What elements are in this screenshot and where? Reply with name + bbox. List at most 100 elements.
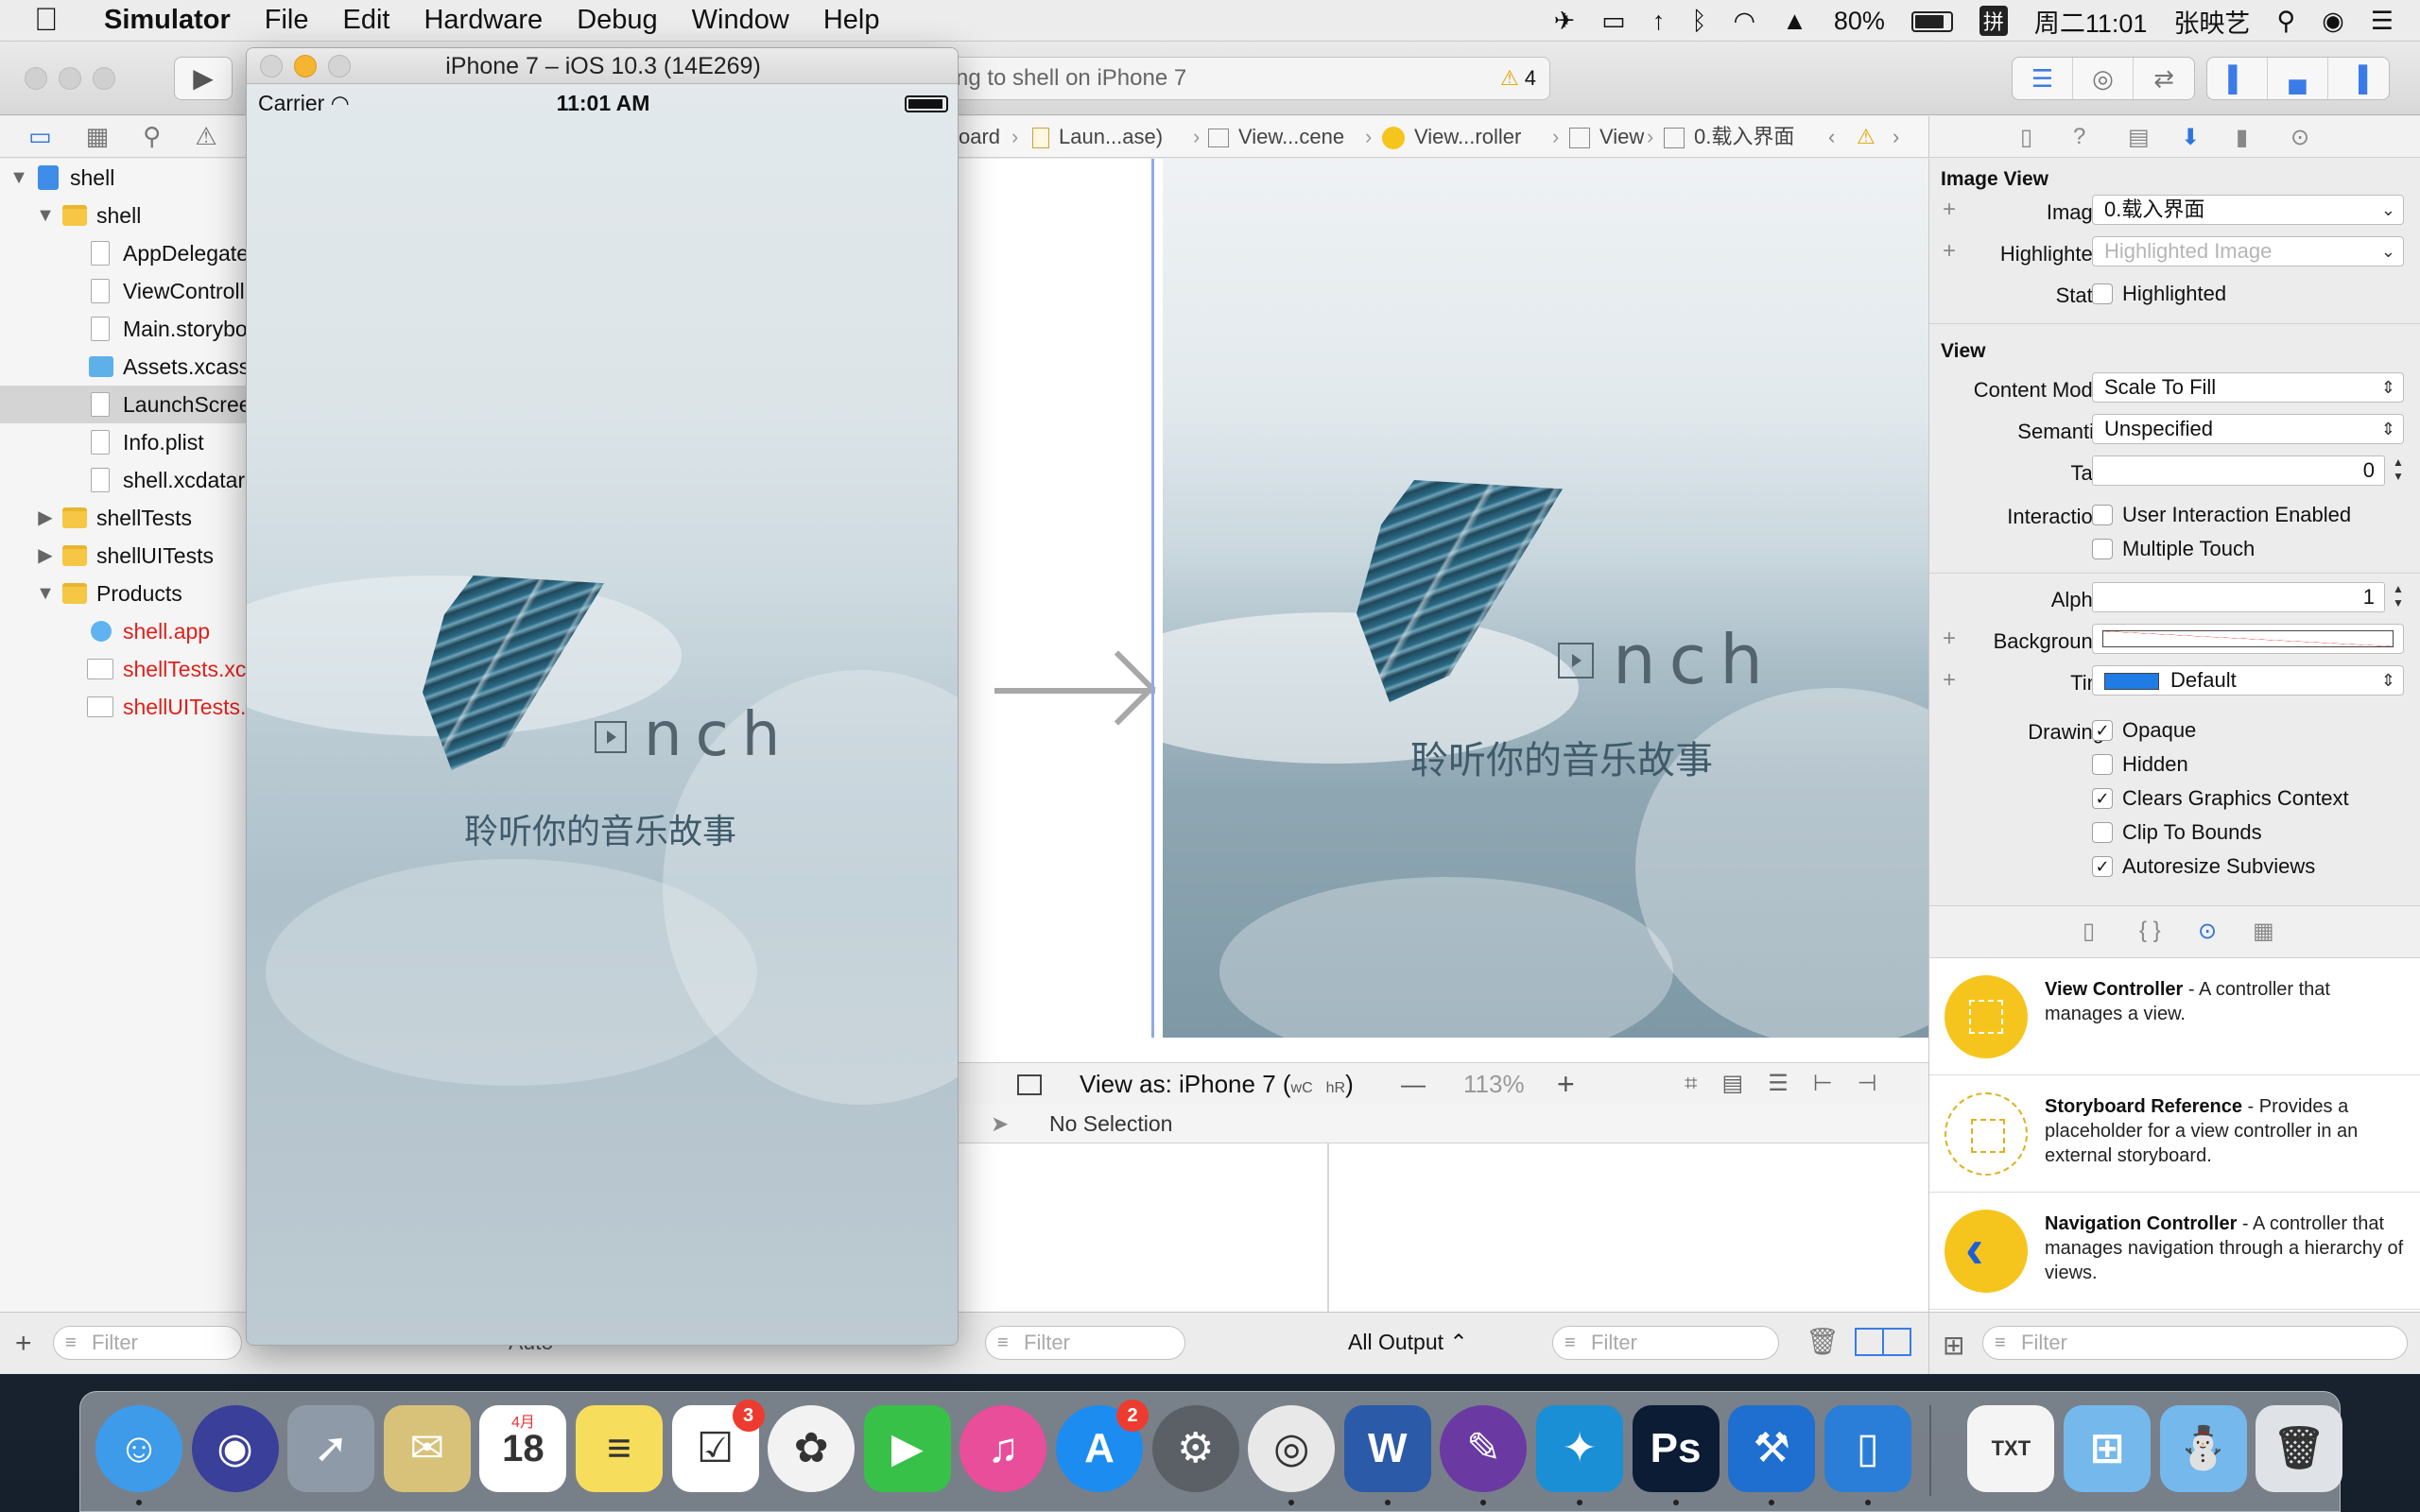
split-panes-icon[interactable] (1855, 1328, 1911, 1356)
embed-stack-icon[interactable]: ▤ (1722, 1071, 1769, 1096)
symbol-navigator-icon[interactable]: ▦ (86, 122, 110, 151)
media-library-icon[interactable]: ▦ (2253, 918, 2274, 945)
highlighted-checkbox[interactable] (2092, 284, 2113, 304)
dock-photos[interactable]: ✿ (768, 1405, 856, 1492)
disclosure-triangle-icon[interactable]: ▶ (36, 537, 55, 575)
dock-simulator[interactable]: ▯ (1824, 1405, 1911, 1505)
dock-chrome[interactable]: ◎ (1248, 1405, 1336, 1505)
attributes-inspector-icon[interactable]: ⬇ (2181, 124, 2200, 151)
variables-filter-input[interactable]: Filter (985, 1326, 1185, 1360)
initial-view-controller-arrow[interactable] (994, 688, 1155, 694)
add-variation-icon[interactable]: + (1943, 197, 1956, 223)
resolve-issues-icon[interactable]: ⊣ (1858, 1071, 1902, 1096)
view-as-device-button[interactable]: View as: iPhone 7 (wC hR) (1080, 1063, 1354, 1109)
add-variation-icon[interactable]: + (1943, 626, 1956, 652)
dock-notes[interactable]: ≡ (576, 1405, 663, 1492)
tag-stepper[interactable]: ▲ ▼ (2391, 455, 2406, 486)
dock-linux-folder[interactable]: ⛄ (2159, 1405, 2247, 1492)
identity-inspector-icon[interactable]: ▤ (2128, 124, 2150, 151)
clears-graphics-checkbox[interactable]: ✓ (2092, 788, 2113, 809)
xcode-zoom-button[interactable] (93, 67, 115, 90)
dock-xcode[interactable]: ⚒ (1728, 1405, 1816, 1505)
previous-issue-icon[interactable]: ‹ (1828, 116, 1835, 158)
alpha-field[interactable]: 1 (2092, 582, 2385, 612)
battery-icon[interactable] (1910, 7, 1953, 36)
tree-row-assets[interactable]: Assets.xcass (0, 348, 248, 386)
breadcrumb-image-view[interactable]: 0.载入界面 (1664, 116, 1794, 158)
dock-mail[interactable]: ✉ (383, 1405, 471, 1492)
tree-row-shelltests-xctest[interactable]: shellTests.xc (0, 650, 248, 688)
launch-screen-scene[interactable]: nch 聆听你的音乐故事 (1163, 159, 1928, 1038)
highlighted-image-popup[interactable]: Highlighted Image ⌄ (2092, 236, 2404, 266)
hidden-checkbox[interactable] (2092, 754, 2113, 775)
disclosure-triangle-icon[interactable]: ▼ (9, 159, 28, 197)
add-file-icon[interactable]: + (15, 1328, 32, 1360)
outline-toggle-icon[interactable] (1017, 1074, 1042, 1095)
menu-hardware[interactable]: Hardware (424, 5, 543, 36)
tree-row-shell-app[interactable]: shell.app (0, 612, 248, 650)
dock-trash[interactable]: 🗑 (2256, 1405, 2343, 1492)
dock-itunes[interactable]: ♫ (959, 1405, 1047, 1492)
library-item-storyboard-reference[interactable]: Storyboard Reference - Provides a placeh… (1929, 1075, 2420, 1193)
tree-row-shelluitests[interactable]: ▶ shellUITests (0, 537, 248, 575)
input-method-icon[interactable]: 拼 (1979, 6, 2008, 36)
size-inspector-icon[interactable]: ▮ (2236, 124, 2248, 151)
disclosure-triangle-icon[interactable]: ▶ (36, 499, 55, 537)
tree-row-main-storyboard[interactable]: Main.storybo (0, 310, 248, 348)
library-item-navigation-controller[interactable]: ‹ Navigation Controller - A controller t… (1929, 1193, 2420, 1310)
run-button[interactable]: ▶ (174, 57, 233, 100)
warning-count[interactable]: ⚠ 4 (1500, 58, 1536, 99)
bluetooth-icon[interactable]: ᛒ (1691, 7, 1706, 36)
tree-row-shelltests[interactable]: ▶ shellTests (0, 499, 248, 537)
upload-arrow-icon[interactable]: ↑ (1652, 7, 1666, 36)
image-popup[interactable]: 0.载入界面 ⌄ (2092, 195, 2404, 225)
add-variation-icon[interactable]: + (1943, 667, 1956, 694)
console-filter-input[interactable]: Filter (1552, 1326, 1779, 1360)
dock-launchpad[interactable]: ➚ (287, 1405, 375, 1492)
pin-icon[interactable]: ⊢ (1813, 1071, 1858, 1096)
notification-center-icon[interactable]: ☰ (2371, 7, 2394, 36)
menu-clock[interactable]: 周二11:01 (2034, 3, 2148, 40)
standard-editor-icon[interactable]: ☰ (2013, 58, 2073, 99)
zoom-in-button[interactable]: + (1557, 1063, 1575, 1105)
code-snippet-icon[interactable]: { } (2139, 918, 2161, 944)
opaque-checkbox[interactable]: ✓ (2092, 720, 2113, 741)
navigator-filter-input[interactable]: Filter (53, 1326, 242, 1360)
simulator-titlebar[interactable]: iPhone 7 – iOS 10.3 (14E269) (247, 48, 958, 84)
connections-inspector-icon[interactable]: ⊙ (2290, 124, 2309, 151)
disclosure-triangle-icon[interactable]: ▼ (36, 575, 55, 612)
update-frames-icon[interactable]: ⌗ (1685, 1071, 1722, 1096)
spotlight-search-icon[interactable]: ⚲ (2276, 7, 2295, 36)
siri-icon[interactable]: ◉ (2322, 7, 2344, 36)
dock-calendar[interactable]: 18 4月 (479, 1405, 567, 1492)
grid-view-icon[interactable]: ⊞ (1943, 1330, 1964, 1361)
navigator-toggle-icon[interactable]: ▌ (2207, 58, 2268, 99)
iphone-screen[interactable]: Carrier ◠ 11:01 AM nch 聆听你的音乐故事 (247, 84, 958, 1345)
tint-color-popup[interactable]: Default ⇕ (2092, 665, 2404, 696)
assistant-editor-icon[interactable]: ◎ (2073, 58, 2134, 99)
console-output-popup[interactable]: All Output ⌃ (1348, 1330, 1468, 1355)
tree-row-launchscreen[interactable]: LaunchScree (0, 386, 248, 423)
tree-row-xcdatamodel[interactable]: shell.xcdatar (0, 461, 248, 499)
dock-app-store[interactable]: A2 (1056, 1400, 1149, 1492)
tag-field[interactable]: 0 (2092, 455, 2385, 486)
object-library-icon[interactable]: ⊙ (2198, 918, 2217, 945)
semantic-popup[interactable]: Unspecified ⇕ (2092, 414, 2404, 444)
utilities-toggle-icon[interactable]: ▐ (2328, 58, 2389, 99)
wifi-icon[interactable]: ◠ (1734, 7, 1756, 36)
next-issue-icon[interactable]: › (1893, 116, 1899, 158)
dock-txt-file[interactable]: TXT (1967, 1405, 2055, 1492)
dock-finder[interactable]: ☺ (95, 1405, 182, 1505)
menu-debug[interactable]: Debug (577, 5, 657, 36)
zoom-out-button[interactable]: — (1401, 1063, 1426, 1105)
user-interaction-checkbox[interactable] (2092, 505, 2113, 525)
menu-window[interactable]: Window (692, 5, 789, 36)
tree-row-info-plist[interactable]: Info.plist (0, 423, 248, 461)
add-variation-icon[interactable]: + (1943, 238, 1956, 265)
bird-status-icon[interactable]: ✈ (1554, 7, 1576, 36)
menu-user[interactable]: 张映艺 (2173, 3, 2250, 40)
breadcrumb-storyboard[interactable]: oard (959, 116, 1000, 158)
version-editor-icon[interactable]: ⇄ (2134, 58, 2194, 99)
tree-row-viewcontroller[interactable]: ViewControll (0, 272, 248, 310)
dock-facetime[interactable]: ▶ (863, 1405, 951, 1492)
